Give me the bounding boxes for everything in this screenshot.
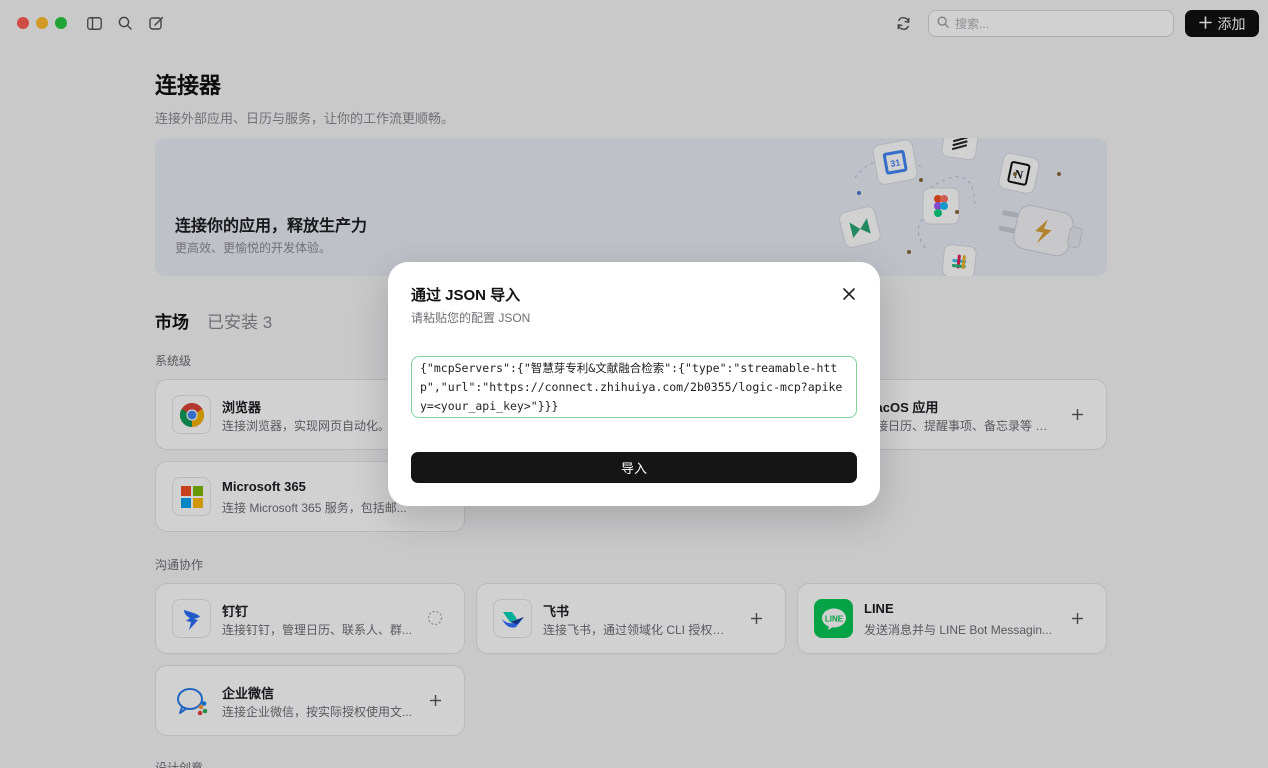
import-json-dialog: 通过 JSON 导入 请粘贴您的配置 JSON {"mcpServers":{"… (388, 262, 880, 506)
json-config-input[interactable]: {"mcpServers":{"智慧芽专利&文献融合检索":{"type":"s… (411, 356, 857, 418)
import-button[interactable]: 导入 (411, 452, 857, 483)
dialog-title: 通过 JSON 导入 (411, 287, 521, 304)
close-icon[interactable] (840, 285, 858, 303)
dialog-subtitle: 请粘贴您的配置 JSON (411, 311, 531, 325)
